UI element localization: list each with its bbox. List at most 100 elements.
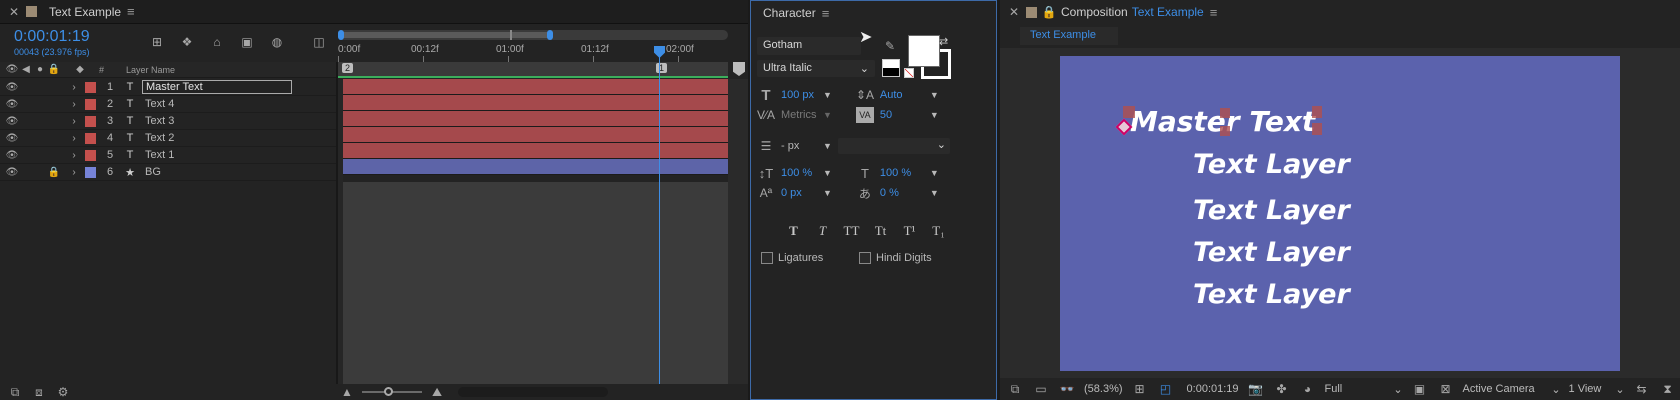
text-layer[interactable]: Text Layer: [1193, 279, 1350, 310]
marker-2[interactable]: 2: [342, 63, 354, 73]
selection-handle[interactable]: [1123, 106, 1135, 118]
layer-switches-icon[interactable]: ⧉: [6, 384, 24, 400]
time-ruler[interactable]: 0:00f 00:12f 01:00f 01:12f 02:00f: [338, 42, 728, 62]
layer-name-header[interactable]: Layer Name: [126, 65, 175, 75]
zoom-in-icon[interactable]: ⛰: [428, 384, 446, 400]
label-color-swatch[interactable]: [85, 166, 96, 178]
visibility-icon[interactable]: 👁: [5, 99, 19, 110]
work-area-start-handle[interactable]: [338, 30, 344, 40]
visibility-icon[interactable]: 👁: [5, 150, 19, 161]
font-style-dropdown[interactable]: Ultra Italic ⌄: [757, 59, 875, 77]
layer-name[interactable]: BG: [142, 166, 164, 178]
monitor-icon[interactable]: ▭: [1032, 381, 1050, 397]
comp-subtab[interactable]: Text Example: [1020, 27, 1118, 45]
close-icon[interactable]: ✕: [8, 4, 20, 20]
comp-canvas[interactable]: Master Text Text Layer Text Layer Text Lay…: [1060, 56, 1620, 371]
marker-1[interactable]: 1: [656, 63, 668, 73]
visibility-icon[interactable]: 👁: [5, 133, 19, 144]
label-color-swatch[interactable]: [85, 132, 96, 144]
vertical-scale-value[interactable]: 100 %: [781, 167, 823, 179]
typography-button[interactable]: Tt: [868, 223, 893, 239]
eyedropper-icon[interactable]: ✎: [881, 38, 899, 54]
zoom-slider-thumb[interactable]: [384, 387, 393, 396]
layer-duration-bar[interactable]: [343, 111, 728, 127]
chevron-down-icon[interactable]: ▼: [930, 110, 939, 120]
timeline-tab-title[interactable]: Text Example: [49, 5, 121, 19]
swap-colors-icon[interactable]: ⇄: [939, 35, 948, 48]
visibility-icon[interactable]: 👁: [5, 116, 19, 127]
draft-3d-icon[interactable]: ❖: [178, 34, 196, 50]
typography-button[interactable]: T: [810, 223, 835, 239]
stroke-width-value[interactable]: - px: [781, 140, 823, 152]
graph-editor-icon[interactable]: ◫: [310, 34, 328, 50]
leading-value[interactable]: Auto: [880, 89, 930, 101]
layer-duration-bar[interactable]: [343, 127, 728, 143]
tsume-value[interactable]: 0 %: [880, 187, 930, 199]
zoom-level[interactable]: (58.3%): [1084, 383, 1123, 395]
typography-button[interactable]: T₁: [926, 223, 951, 239]
view-layout-dropdown[interactable]: 1 View ⌄: [1569, 383, 1625, 396]
layer-name[interactable]: Text 3: [142, 115, 177, 127]
stroke-type-dropdown[interactable]: ⌄: [837, 138, 950, 154]
toggle-pixel-aspect-icon[interactable]: ⇆: [1633, 381, 1651, 397]
tracking-value[interactable]: 50: [880, 109, 930, 121]
selection-handle[interactable]: [1220, 108, 1230, 118]
hindi-digits-checkbox[interactable]: [859, 252, 871, 264]
label-color-swatch[interactable]: [85, 98, 96, 110]
expand-chevron-icon[interactable]: ›: [67, 82, 81, 93]
text-layer[interactable]: Text Layer: [1193, 149, 1350, 180]
chevron-down-icon[interactable]: ▼: [823, 141, 832, 151]
selection-handle[interactable]: [1312, 123, 1322, 135]
zoom-out-icon[interactable]: ▲: [338, 384, 356, 400]
ligatures-option[interactable]: Ligatures: [761, 252, 823, 264]
work-area-bar[interactable]: [338, 30, 728, 40]
visibility-icon[interactable]: 👁: [5, 82, 19, 93]
lock-switch[interactable]: 🔒: [47, 167, 61, 178]
typography-button[interactable]: T¹: [897, 223, 922, 239]
horizontal-scale-value[interactable]: 100 %: [880, 167, 930, 179]
text-layer[interactable]: Text Layer: [1193, 237, 1350, 268]
show-snapshot-icon[interactable]: ✤: [1273, 381, 1291, 397]
expand-chevron-icon[interactable]: ›: [67, 167, 81, 178]
fast-previews-icon[interactable]: ⧗: [1659, 381, 1677, 397]
zoom-slider[interactable]: [362, 387, 422, 396]
layer-duration-bar[interactable]: [343, 143, 728, 159]
layer-name[interactable]: Master Text: [142, 80, 292, 94]
comp-marker-bin-icon[interactable]: [733, 62, 745, 76]
layer-row[interactable]: 👁 🔒 › 6 ★ BG: [0, 164, 336, 181]
expand-chevron-icon[interactable]: ›: [67, 133, 81, 144]
layer-row[interactable]: 👁 › 3 T Text 3: [0, 113, 336, 130]
mask-visibility-icon[interactable]: ◰: [1157, 381, 1175, 397]
panel-menu-icon[interactable]: ≡: [1210, 5, 1218, 20]
vr-icon[interactable]: 👓: [1058, 381, 1076, 397]
lock-icon[interactable]: 🔒: [1042, 4, 1057, 20]
baseline-shift-value[interactable]: 0 px: [781, 187, 823, 199]
layer-row[interactable]: 👁 › 5 T Text 1: [0, 147, 336, 164]
always-preview-icon[interactable]: ⧉: [1006, 381, 1024, 397]
layer-row[interactable]: 👁 › 1 T Master Text: [0, 79, 336, 96]
color-channels-icon[interactable]: ◕: [1299, 381, 1317, 397]
timecode-display[interactable]: 0:00:01:19: [14, 28, 90, 46]
viewer-timecode[interactable]: 0:00:01:19: [1187, 383, 1239, 395]
chevron-down-icon[interactable]: ▼: [823, 188, 832, 198]
expand-chevron-icon[interactable]: ›: [67, 150, 81, 161]
chevron-down-icon[interactable]: ▼: [823, 168, 832, 178]
transparency-grid-icon[interactable]: ⊠: [1437, 381, 1455, 397]
layer-name[interactable]: Text 1: [142, 149, 177, 161]
layer-duration-bar[interactable]: [343, 95, 728, 111]
region-of-interest-icon[interactable]: ▣: [1411, 381, 1429, 397]
chevron-down-icon[interactable]: ▼: [930, 90, 939, 100]
expand-chevron-icon[interactable]: ›: [67, 116, 81, 127]
title-safe-icon[interactable]: ⊞: [1131, 381, 1149, 397]
typography-button[interactable]: TT: [839, 223, 864, 239]
transfer-controls-icon[interactable]: ⧈: [30, 384, 48, 400]
chevron-down-icon[interactable]: ▼: [930, 188, 939, 198]
motion-blur-icon[interactable]: ◍: [268, 34, 286, 50]
chevron-down-icon[interactable]: ▼: [823, 90, 832, 100]
typography-button[interactable]: T: [781, 223, 806, 239]
ligatures-checkbox[interactable]: [761, 252, 773, 264]
layer-name[interactable]: Text 2: [142, 132, 177, 144]
work-area-end-handle[interactable]: [547, 30, 553, 40]
comp-flowchart-icon[interactable]: ⊞: [148, 34, 166, 50]
character-tab-title[interactable]: Character: [763, 6, 816, 20]
